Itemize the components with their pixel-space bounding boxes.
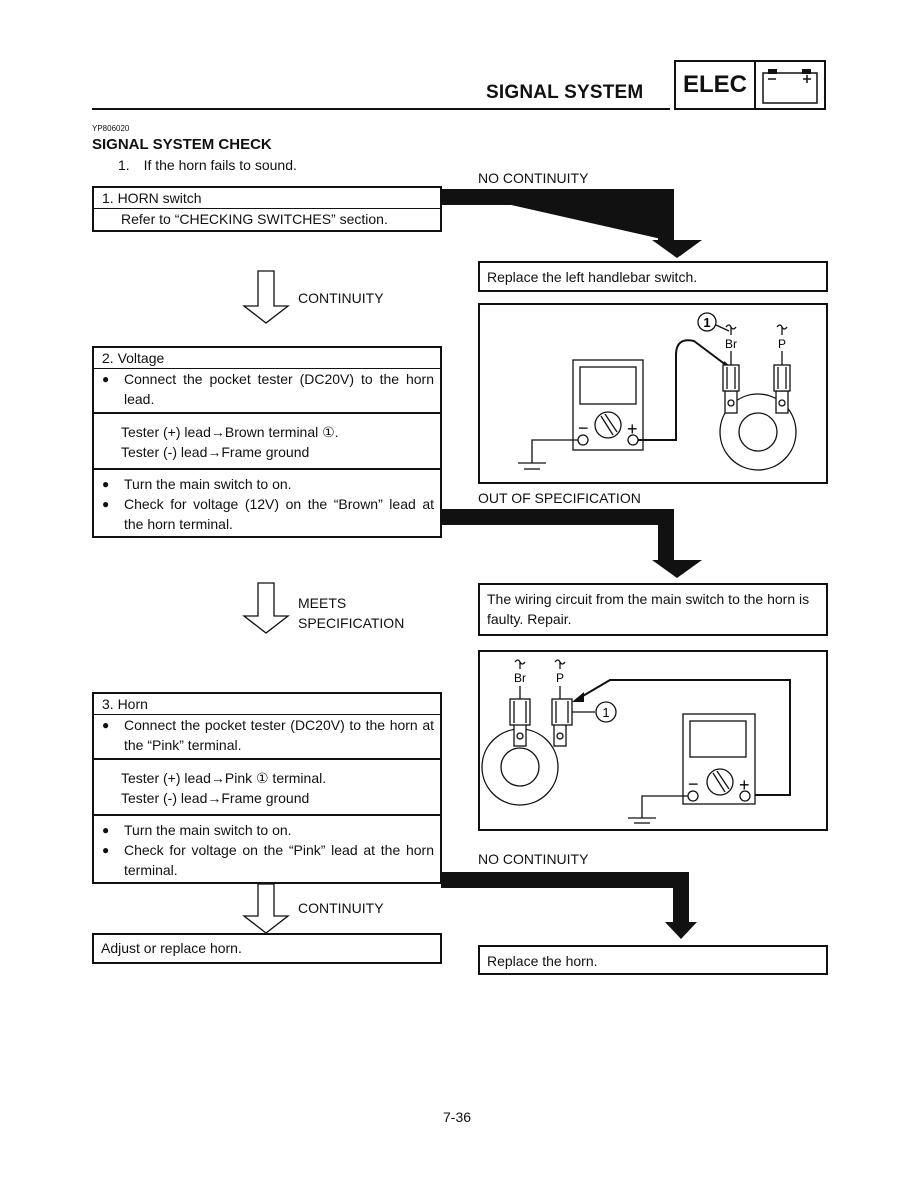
bullet-icon: ● [102, 477, 110, 491]
continuity-label-2: CONTINUITY [298, 900, 384, 916]
step-3-heading: 3. Horn [102, 696, 148, 712]
lead-arrowhead [572, 692, 584, 702]
meets-spec-line1: MEETS [298, 595, 347, 611]
out-of-spec-label: OUT OF SPECIFICATION [478, 490, 641, 506]
bullet-item: ● Check for voltage (12V) on the “Brown” … [102, 496, 434, 532]
bullet-item: ● Turn the main switch to on. [102, 822, 292, 838]
tester-minus-label: − [688, 774, 699, 794]
step-3-box: 3. Horn ● Connect the pocket tester (DC20… [92, 692, 442, 884]
ground-icon [518, 439, 578, 470]
tester-minus-label: − [578, 418, 589, 438]
step-1-box: 1. HORN switch Refer to “CHECKING SWITCH… [92, 186, 442, 232]
meets-spec-label: MEETS SPECIFICATION [298, 593, 404, 633]
test-lead-wire [638, 339, 731, 441]
no-continuity-arrow-1 [441, 189, 702, 258]
ground-icon [628, 795, 688, 824]
continuity-arrow-2 [242, 883, 290, 934]
bullet-icon: ● [102, 823, 110, 837]
step-2-heading: 2. Voltage [102, 350, 165, 366]
continuity-label-1: CONTINUITY [298, 290, 384, 306]
bullet-icon: ● [102, 843, 110, 857]
meets-spec-arrow [242, 582, 290, 634]
step-2-tester-connection: Tester (+) lead→Brown terminal ①. Tester… [94, 412, 440, 468]
step-1-note: Refer to “CHECKING SWITCHES” section. [94, 208, 440, 230]
page-number: 7-36 [443, 1109, 472, 1125]
wire-label-pink: P [556, 671, 564, 685]
diagram-pink-terminal-test: 1 Br P − + [478, 650, 828, 831]
diagram-brown-terminal-test: − + 1 Br P [478, 303, 828, 484]
callout-number: 1 [703, 315, 710, 330]
tester-plus-label: + [739, 775, 750, 795]
continuity-arrow-1 [242, 270, 290, 324]
out-of-spec-arrow [441, 509, 702, 578]
no-continuity-label-1: NO CONTINUITY [478, 170, 589, 186]
bullet-item: ● Connect the pocket tester (DC20V) to th… [102, 717, 434, 753]
step-2-instructions-b: ● Turn the main switch to on. ● Check for … [94, 468, 440, 536]
horn-icon [481, 659, 617, 806]
no-continuity-label-2: NO CONTINUITY [478, 851, 589, 867]
callout-number: 1 [602, 705, 609, 720]
result-adjust-replace-horn: Adjust or replace horn. [92, 933, 442, 964]
no-continuity-arrow-2 [441, 872, 697, 939]
wire-label-pink: P [778, 337, 786, 351]
tester-plus-label: + [627, 419, 638, 439]
step-1-heading: 1. HORN switch [102, 190, 202, 206]
meets-spec-line2: SPECIFICATION [298, 615, 405, 631]
step-2-box: 2. Voltage ● Connect the pocket tester (D… [92, 346, 442, 538]
step-2-instructions-a: ● Connect the pocket tester (DC20V) to th… [94, 368, 440, 412]
result-replace-handlebar-switch: Replace the left handlebar switch. [478, 261, 828, 292]
bullet-item: ● Connect the pocket tester (DC20V) to th… [102, 371, 434, 407]
result-wiring-faulty: The wiring circuit from the main switch … [478, 583, 828, 636]
step-3-tester-connection: Tester (+) lead→Pink ① terminal. Tester … [94, 758, 440, 814]
wire-label-brown: Br [514, 671, 526, 685]
bullet-item: ● Turn the main switch to on. [102, 476, 292, 492]
bullet-icon: ● [102, 497, 110, 511]
step-3-instructions-b: ● Turn the main switch to on. ● Check for … [94, 814, 440, 882]
bullet-icon: ● [102, 718, 110, 732]
bullet-item: ● Check for voltage on the “Pink” lead at… [102, 842, 434, 878]
bullet-icon: ● [102, 372, 110, 386]
wire-label-brown: Br [725, 337, 737, 351]
step-3-instructions-a: ● Connect the pocket tester (DC20V) to th… [94, 714, 440, 758]
result-replace-horn: Replace the horn. [478, 945, 828, 975]
